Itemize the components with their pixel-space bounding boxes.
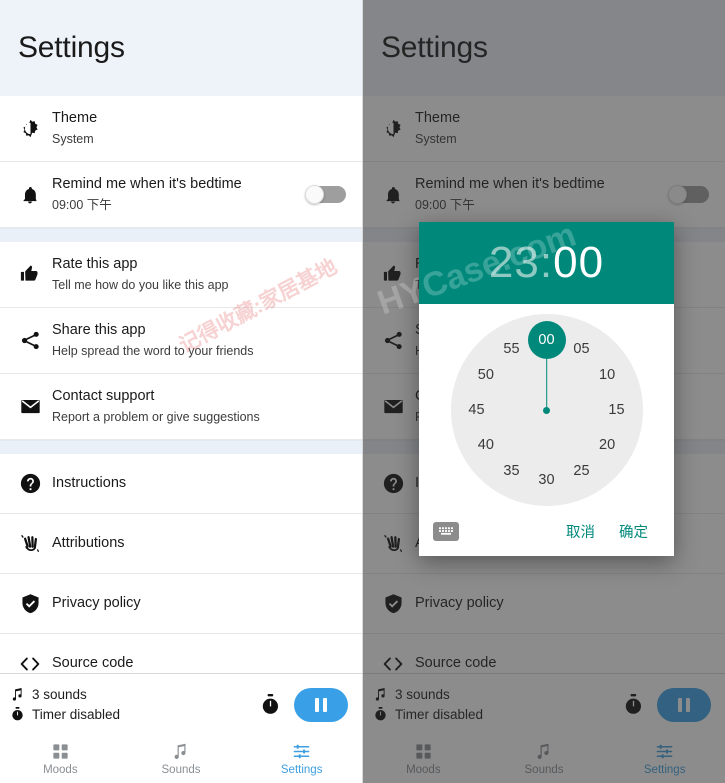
clock-tick-45[interactable]: 45 xyxy=(462,400,492,420)
app-header: Settings xyxy=(0,0,362,96)
settings-row-title: Remind me when it's bedtime xyxy=(52,175,242,192)
settings-row-title: Share this app xyxy=(52,321,146,338)
clock-tick-25[interactable]: 25 xyxy=(567,461,597,481)
settings-row-instructions[interactable]: Instructions xyxy=(0,454,362,514)
thumbs-up-icon xyxy=(10,264,50,285)
bedtime-reminder-toggle[interactable] xyxy=(305,184,346,204)
settings-row-share-this-app[interactable]: Share this app Help spread the word to yo… xyxy=(0,308,362,374)
timer-button[interactable] xyxy=(261,694,280,715)
player-info: 3 sounds Timer disabled xyxy=(10,685,261,724)
tab-label: Moods xyxy=(43,764,78,776)
settings-row-title: Instructions xyxy=(52,474,127,491)
clock-tick-00[interactable]: 00 xyxy=(532,330,562,350)
clock-tick-05[interactable]: 05 xyxy=(567,339,597,359)
hour-field[interactable]: 23 xyxy=(489,238,540,287)
section-divider xyxy=(0,440,362,454)
player-bar-left: 3 sounds Timer disabled xyxy=(0,673,362,735)
panel-left-settings: Settings Theme System Remind me when it's … xyxy=(0,0,362,783)
clock-tick-30[interactable]: 30 xyxy=(532,470,562,490)
toggle-thumb xyxy=(305,184,324,204)
player-sounds-line: 3 sounds xyxy=(10,685,261,705)
clock-hub xyxy=(543,406,550,414)
clock-tick-50[interactable]: 50 xyxy=(471,365,501,385)
settings-row-text: Remind me when it's bedtime 09:00 下午 xyxy=(50,175,298,214)
question-icon xyxy=(10,473,50,494)
settings-row-attributions[interactable]: Attributions xyxy=(0,514,362,574)
mail-icon xyxy=(10,396,50,417)
tab-label: Settings xyxy=(280,764,323,776)
tab-label: Sounds xyxy=(161,763,201,776)
player-timer-label: Timer disabled xyxy=(32,706,121,722)
keyboard-icon[interactable] xyxy=(433,521,459,541)
tab-settings[interactable]: Settings xyxy=(241,735,362,783)
confirm-button[interactable]: 确定 xyxy=(607,515,660,548)
settings-row-title: Rate this app xyxy=(52,255,138,272)
settings-list-left: Theme System Remind me when it's bedtime 09… xyxy=(0,96,362,694)
screenshot-stage: Settings Theme System Remind me when it's … xyxy=(0,0,725,783)
stopwatch-icon xyxy=(10,707,24,721)
settings-row-contact-support[interactable]: Contact support Report a problem or give … xyxy=(0,374,362,440)
time-separator: : xyxy=(539,238,554,287)
settings-row-rate-this-app[interactable]: Rate this app Tell me how do you like thi… xyxy=(0,242,362,308)
music-note-icon xyxy=(172,743,190,761)
section-divider xyxy=(0,228,362,242)
clock-tick-15[interactable]: 15 xyxy=(602,400,632,420)
time-picker-header: 23:00 xyxy=(419,222,674,304)
grid-icon xyxy=(51,742,70,761)
code-brackets-icon xyxy=(10,653,50,675)
tab-sounds[interactable]: Sounds xyxy=(121,735,242,783)
bottom-tab-bar-left: Moods Sounds Settings xyxy=(0,735,362,783)
clock-tick-35[interactable]: 35 xyxy=(497,461,527,481)
minute-field[interactable]: 00 xyxy=(553,238,604,287)
settings-row-subtitle: Help spread the word to your friends xyxy=(52,343,254,358)
settings-row-title: Contact support xyxy=(52,387,155,404)
share-icon xyxy=(10,330,50,351)
clock-face-minutes[interactable]: 00 05 10 15 20 25 30 35 40 45 50 55 xyxy=(450,314,643,506)
pause-button[interactable] xyxy=(294,687,348,722)
time-picker-dialog: 23:00 00 05 10 15 20 25 30 35 40 45 50 55 取消 确 xyxy=(419,222,674,556)
sliders-icon xyxy=(292,742,311,761)
time-picker-body: 00 05 10 15 20 25 30 35 40 45 50 55 xyxy=(419,304,674,506)
panel-right-settings-dialog: Settings ThemeSystemRemind me when it's … xyxy=(362,0,725,783)
settings-row-theme[interactable]: Theme System xyxy=(0,96,362,162)
settings-row-text: Attributions xyxy=(50,534,346,554)
settings-row-subtitle: System xyxy=(52,131,94,146)
settings-row-subtitle: 09:00 下午 xyxy=(52,197,112,212)
settings-row-text: Privacy policy xyxy=(50,594,346,614)
page-title: Settings xyxy=(18,31,125,64)
music-note-icon xyxy=(10,688,24,701)
settings-row-title: Privacy policy xyxy=(52,594,141,611)
clock-tick-55[interactable]: 55 xyxy=(497,339,527,359)
settings-row-remind-me-when-it-s-bedtime[interactable]: Remind me when it's bedtime 09:00 下午 xyxy=(0,162,362,228)
settings-row-text: Source code xyxy=(50,654,346,674)
settings-row-title: Theme xyxy=(52,109,98,126)
time-display: 23:00 xyxy=(489,238,604,288)
pause-icon xyxy=(315,697,327,712)
settings-row-text: Theme System xyxy=(50,109,346,148)
time-picker-actions: 取消 确定 xyxy=(419,506,674,556)
settings-row-text: Share this app Help spread the word to yo… xyxy=(50,321,346,360)
player-sounds-label: 3 sounds xyxy=(32,686,87,702)
settings-row-text: Contact support Report a problem or give … xyxy=(50,387,346,426)
settings-row-subtitle: Tell me how do you like this app xyxy=(52,277,229,292)
settings-row-text: Rate this app Tell me how do you like thi… xyxy=(50,255,346,294)
hands-clap-icon xyxy=(10,533,50,554)
shield-check-icon xyxy=(10,593,50,614)
clock-tick-20[interactable]: 20 xyxy=(592,435,622,455)
brightness-icon xyxy=(10,118,50,139)
cancel-button[interactable]: 取消 xyxy=(554,515,607,548)
clock-tick-40[interactable]: 40 xyxy=(471,435,501,455)
clock-tick-10[interactable]: 10 xyxy=(592,365,622,385)
bell-icon xyxy=(10,185,50,205)
settings-row-title: Source code xyxy=(52,654,134,671)
settings-row-privacy-policy[interactable]: Privacy policy xyxy=(0,574,362,634)
settings-row-subtitle: Report a problem or give suggestions xyxy=(52,409,260,424)
tab-moods[interactable]: Moods xyxy=(0,735,121,783)
player-timer-line: Timer disabled xyxy=(10,705,261,725)
settings-row-title: Attributions xyxy=(52,534,125,551)
settings-row-text: Instructions xyxy=(50,474,346,494)
